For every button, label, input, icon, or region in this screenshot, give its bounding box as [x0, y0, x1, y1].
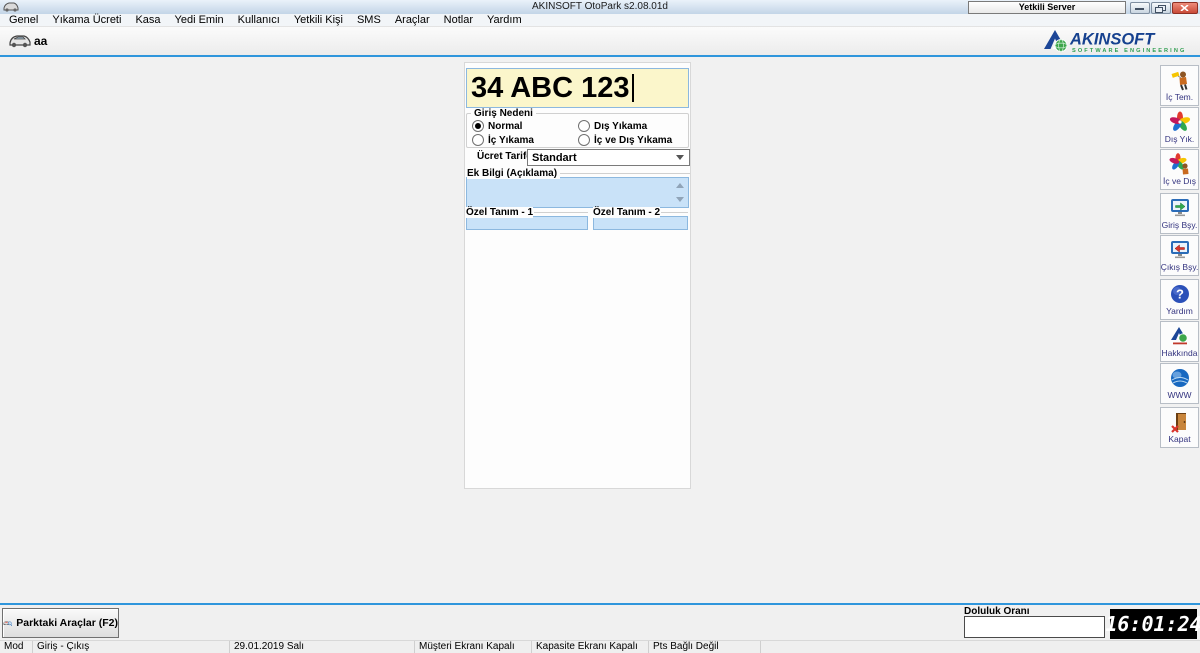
menu-item-sms[interactable]: SMS [350, 14, 388, 27]
interior-exterior-wash-icon [1168, 153, 1188, 175]
car-icon [9, 35, 31, 48]
text-caret [631, 74, 634, 102]
exit-screen-icon [1170, 241, 1189, 259]
menu-item-notlar[interactable]: Notlar [437, 14, 480, 27]
menu-item-kullanici[interactable]: Kullanıcı [231, 14, 287, 27]
custom1-label: Özel Tanım - 1 [466, 207, 534, 218]
radio-ic-ve-dis-yikama[interactable]: İç ve Dış Yıkama [578, 134, 672, 146]
radio-dot-icon [578, 134, 590, 146]
sidebar-button-giris-bsy[interactable]: Giriş Bşy. [1160, 193, 1199, 234]
website-globe-icon [1170, 369, 1189, 387]
entry-screen-icon [1170, 199, 1189, 217]
status-date: 29.01.2019 Salı [230, 641, 415, 653]
digital-clock: 16:01:24 [1105, 609, 1200, 639]
help-icon: ? [1170, 285, 1189, 303]
status-customer-screen: Müşteri Ekranı Kapalı [415, 641, 532, 653]
sidebar-button-dis-yikama[interactable]: Dış Yık. [1160, 107, 1199, 148]
radio-dis-yikama[interactable]: Dış Yıkama [578, 120, 647, 132]
custom2-label: Özel Tanım - 2 [593, 207, 661, 218]
menu-item-yardim[interactable]: Yardım [480, 14, 529, 27]
toolbar: aa AKINSOFT SOFTWARE ENGINEERING [0, 27, 1200, 57]
radio-dot-icon [472, 134, 484, 146]
record-label: aa [34, 34, 48, 48]
bottombar: Parktaki Araçlar (F2) Doluluk Oranı 16:0… [0, 605, 1200, 640]
plate-value: 34 ABC 123 [471, 71, 630, 104]
parked-cars-button[interactable]: Parktaki Araçlar (F2) [2, 608, 119, 638]
akinsoft-logo: AKINSOFT SOFTWARE ENGINEERING [1044, 30, 1186, 54]
car-search-icon [3, 620, 13, 626]
menu-item-yikama-ucreti[interactable]: Yıkama Ücreti [45, 14, 128, 27]
status-pts-connection: Pts Bağlı Değil [649, 641, 761, 653]
svg-text:?: ? [1176, 287, 1184, 302]
radio-dot-icon [472, 120, 484, 132]
sidebar-button-cikis-bsy[interactable]: Çıkış Bşy. [1160, 235, 1199, 276]
notes-label-line [560, 173, 690, 174]
custom2-input[interactable] [593, 216, 688, 230]
exit-door-icon [1170, 413, 1186, 433]
sidebar-button-ic-ve-dis[interactable]: İç ve Dış [1160, 149, 1199, 190]
close-icon [1180, 5, 1189, 11]
radio-normal[interactable]: Normal [472, 120, 522, 132]
notes-textarea[interactable] [466, 177, 689, 208]
scroll-up-icon[interactable] [676, 183, 684, 188]
logo-tagline: SOFTWARE ENGINEERING [1072, 48, 1186, 54]
custom1-input[interactable] [466, 216, 588, 230]
menu-item-yetkili-kisi[interactable]: Yetkili Kişi [287, 14, 350, 27]
status-mode-label: Mod [0, 641, 33, 653]
notes-label: Ek Bilgi (Açıklama) [467, 168, 561, 179]
occupancy-input[interactable] [964, 616, 1105, 638]
minimize-button[interactable] [1130, 2, 1150, 14]
menu-item-kasa[interactable]: Kasa [128, 14, 167, 27]
custom2-label-line [661, 212, 688, 213]
status-empty [761, 641, 1200, 653]
sidebar-button-ic-temizlik[interactable]: İç Tem. [1160, 65, 1199, 106]
plate-input[interactable]: 34 ABC 123 [466, 68, 689, 108]
menubar: Genel Yıkama Ücreti Kasa Yedi Emin Kulla… [0, 14, 1200, 27]
about-icon [1170, 327, 1188, 345]
exterior-wash-icon [1169, 111, 1190, 131]
entry-reason-title: Giriş Nedeni [471, 108, 536, 119]
scroll-down-icon[interactable] [676, 197, 684, 202]
radio-ic-yikama[interactable]: İç Yıkama [472, 134, 534, 146]
sidebar-button-www[interactable]: WWW [1160, 363, 1199, 404]
menu-item-araclar[interactable]: Araçlar [388, 14, 437, 27]
restore-button[interactable] [1151, 2, 1171, 14]
sidebar-button-hakkinda[interactable]: Hakkında [1160, 321, 1199, 362]
close-button[interactable] [1172, 2, 1198, 14]
tariff-select[interactable]: Standart [527, 149, 690, 166]
tariff-value: Standart [532, 151, 577, 164]
statusbar: Mod Giriş - Çıkış 29.01.2019 Salı Müşter… [0, 640, 1200, 653]
chevron-down-icon [676, 155, 684, 160]
radio-dot-icon [578, 120, 590, 132]
interior-cleaning-icon [1171, 71, 1187, 91]
app-window: AKINSOFT OtoPark s2.08.01d Yetkili Serve… [0, 0, 1200, 653]
status-mode-value: Giriş - Çıkış [33, 641, 230, 653]
server-button[interactable]: Yetkili Server [968, 1, 1126, 14]
menu-item-yedi-emin[interactable]: Yedi Emin [168, 14, 231, 27]
status-capacity-screen: Kapasite Ekranı Kapalı [532, 641, 649, 653]
logo-text: AKINSOFT [1069, 31, 1156, 49]
sidebar-button-yardim[interactable]: ? Yardım [1160, 279, 1199, 320]
sidebar-button-kapat[interactable]: Kapat [1160, 407, 1199, 448]
menu-item-genel[interactable]: Genel [2, 14, 45, 27]
custom1-label-line [534, 212, 588, 213]
